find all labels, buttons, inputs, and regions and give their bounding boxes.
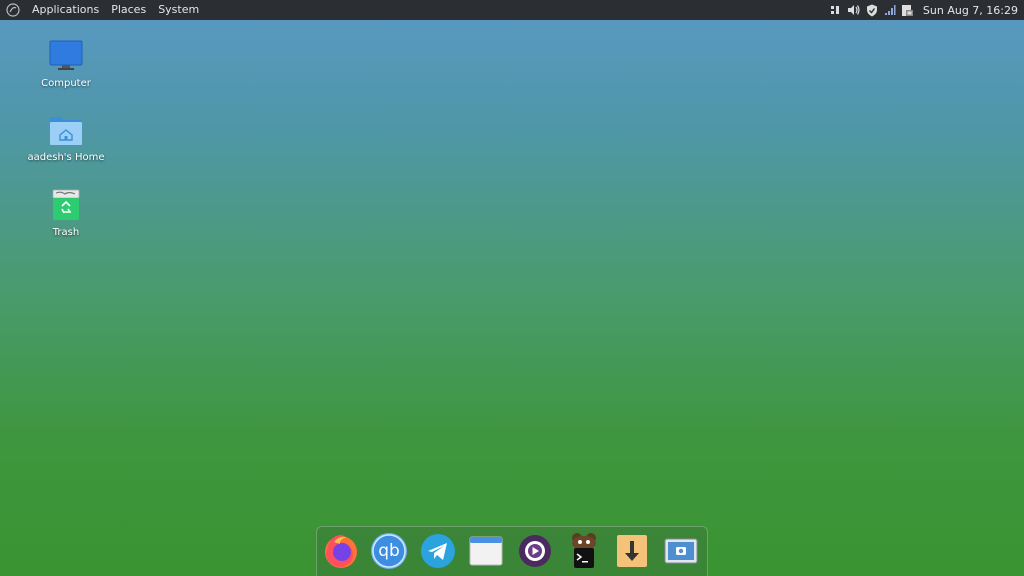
telegram-icon <box>421 534 455 568</box>
top-panel: Applications Places System Sun Aug 7, 16… <box>0 0 1024 20</box>
network-signal-icon[interactable] <box>883 3 897 17</box>
top-panel-right: Sun Aug 7, 16:29 <box>827 0 1024 20</box>
menu-applications[interactable]: Applications <box>26 0 105 20</box>
accessibility-icon[interactable] <box>829 3 843 17</box>
desktop-icon-label: aadesh's Home <box>27 152 105 163</box>
clock[interactable]: Sun Aug 7, 16:29 <box>923 4 1018 17</box>
updates-icon[interactable] <box>901 3 915 17</box>
trash-icon <box>48 187 84 223</box>
computer-icon <box>48 38 84 74</box>
window-icon <box>469 536 503 566</box>
desktop-icon-label: Computer <box>41 78 91 89</box>
dock-telegram[interactable] <box>419 532 457 570</box>
distro-logo-icon[interactable] <box>6 3 20 17</box>
dock-screenshot[interactable] <box>662 532 700 570</box>
dock-media-player[interactable] <box>516 532 554 570</box>
desktop-icon-trash[interactable]: Trash <box>26 187 106 238</box>
volume-icon[interactable] <box>847 3 861 17</box>
dock-window[interactable] <box>467 532 505 570</box>
desktop-icon-label: Trash <box>52 227 80 238</box>
home-folder-icon <box>48 112 84 148</box>
top-panel-left: Applications Places System <box>0 0 205 20</box>
qbittorrent-label: qb <box>378 541 400 561</box>
firefox-icon <box>325 534 357 568</box>
dock-terminal[interactable] <box>565 532 603 570</box>
menu-system[interactable]: System <box>152 0 205 20</box>
dock-qbittorrent[interactable]: qb <box>370 532 408 570</box>
menu-places[interactable]: Places <box>105 0 152 20</box>
screenshot-icon <box>664 538 698 564</box>
download-icon <box>617 535 647 567</box>
dock-firefox[interactable] <box>322 532 360 570</box>
dock-downloader[interactable] <box>613 532 651 570</box>
media-player-icon <box>519 535 551 567</box>
shield-icon[interactable] <box>865 3 879 17</box>
desktop-icon-home[interactable]: aadesh's Home <box>26 112 106 163</box>
desktop-icon-computer[interactable]: Computer <box>26 38 106 89</box>
terminal-icon <box>572 533 596 568</box>
